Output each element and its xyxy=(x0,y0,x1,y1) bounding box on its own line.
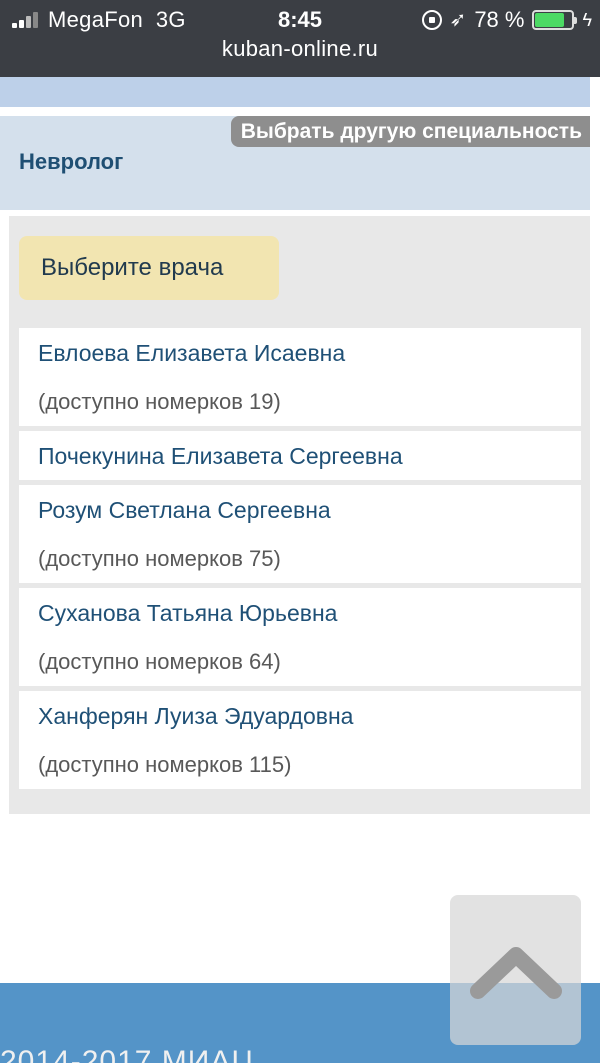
doctor-name-link[interactable]: Почекунина Елизавета Сергеевна xyxy=(38,443,403,470)
change-specialty-button[interactable]: Выбрать другую специальность xyxy=(230,116,590,147)
specialty-title: Невролог xyxy=(19,149,124,174)
status-bar: MegaFon 3G 8:45 ➶ 78 % ϟ xyxy=(0,6,600,34)
doctor-name-link[interactable]: Евлоева Елизавета Исаевна xyxy=(38,340,345,367)
battery-percent: 78 % xyxy=(474,7,525,32)
location-icon: ➶ xyxy=(449,9,467,31)
available-tickets-count: (доступно номерков 115) xyxy=(38,752,292,777)
doctor-name-link[interactable]: Розум Светлана Сергеевна xyxy=(38,497,331,524)
charging-icon: ϟ xyxy=(582,9,592,30)
doctor-list-item[interactable]: Розум Светлана Сергеевна (доступно номер… xyxy=(19,485,581,583)
browser-top-bar: MegaFon 3G 8:45 ➶ 78 % ϟ kuban-online.ru xyxy=(0,0,600,77)
doctor-name-link[interactable]: Суханова Татьяна Юрьевна xyxy=(38,600,337,627)
address-bar-url[interactable]: kuban-online.ru xyxy=(0,36,600,62)
battery-icon xyxy=(532,10,578,30)
doctor-name-link[interactable]: Ханферян Луиза Эдуардовна xyxy=(38,703,353,730)
header-strip xyxy=(0,77,590,107)
lock-rotation-icon xyxy=(421,10,442,30)
specialty-panel: Выбрать другую специальность Невролог xyxy=(0,116,590,210)
doctor-list-item[interactable]: Ханферян Луиза Эдуардовна (доступно номе… xyxy=(19,691,581,789)
doctor-list-item[interactable]: Почекунина Елизавета Сергеевна xyxy=(19,431,581,480)
doctor-list-item[interactable]: Евлоева Елизавета Исаевна (доступно номе… xyxy=(19,328,581,426)
choose-doctor-heading: Выберите врача xyxy=(19,236,279,300)
doctor-selection-panel: Выберите врача Евлоева Елизавета Исаевна… xyxy=(9,216,590,814)
scroll-to-top-button[interactable] xyxy=(450,895,581,1045)
doctor-list-item[interactable]: Суханова Татьяна Юрьевна (доступно номер… xyxy=(19,588,581,686)
status-right: ➶ 78 % ϟ xyxy=(421,7,592,33)
chevron-up-icon xyxy=(470,947,562,999)
available-tickets-count: (доступно номерков 75) xyxy=(38,546,281,571)
available-tickets-count: (доступно номерков 19) xyxy=(38,389,281,414)
available-tickets-count: (доступно номерков 64) xyxy=(38,649,281,674)
footer-copyright: 2014-2017 МИАЦ xyxy=(0,1045,255,1063)
